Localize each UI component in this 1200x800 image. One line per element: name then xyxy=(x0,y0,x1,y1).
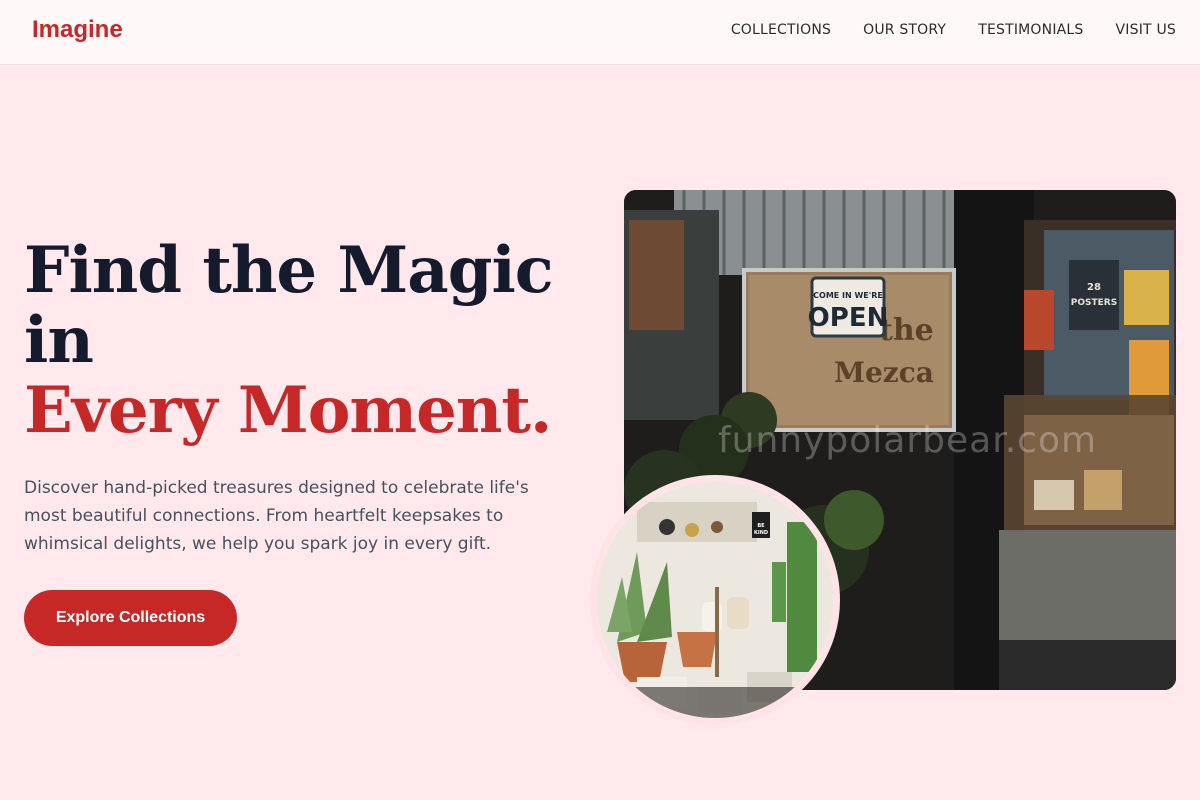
svg-text:COME IN WE'RE: COME IN WE'RE xyxy=(813,291,883,300)
svg-text:28: 28 xyxy=(1087,282,1101,293)
svg-text:KIND: KIND xyxy=(754,530,768,536)
hero-description: Discover hand-picked treasures designed … xyxy=(24,478,529,554)
giftshop-circle-photo: BE KIND xyxy=(590,475,840,725)
headline-line-2: in xyxy=(24,303,94,378)
explore-collections-button[interactable]: Explore Collections xyxy=(24,590,237,646)
nav-testimonials[interactable]: TESTIMONIALS xyxy=(978,22,1083,38)
headline-line-1: Find the Magic xyxy=(24,233,554,308)
headline-accent: Every Moment. xyxy=(24,373,552,448)
svg-text:POSTERS: POSTERS xyxy=(1071,298,1117,308)
svg-text:BE: BE xyxy=(757,523,765,529)
nav-visit-us[interactable]: VISIT US xyxy=(1116,22,1176,38)
nav-our-story[interactable]: OUR STORY xyxy=(863,22,946,38)
nav-collections[interactable]: COLLECTIONS xyxy=(731,22,831,38)
main-nav: COLLECTIONS OUR STORY TESTIMONIALS VISIT… xyxy=(699,22,1176,38)
site-header: Imagine COLLECTIONS OUR STORY TESTIMONIA… xyxy=(0,0,1200,65)
logo[interactable]: Imagine xyxy=(32,16,123,44)
hero-headline: Find the Magic in Every Moment. xyxy=(24,236,584,446)
svg-text:Mezca: Mezca xyxy=(834,356,934,389)
svg-text:OPEN: OPEN xyxy=(808,303,889,333)
